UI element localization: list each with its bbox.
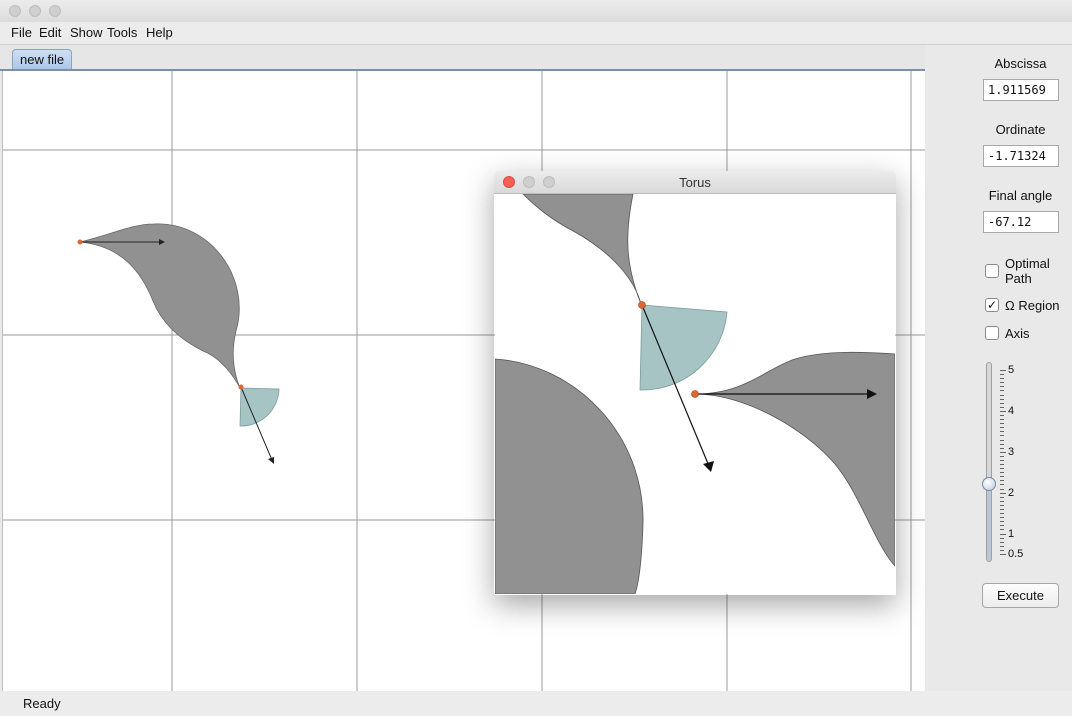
slider-tick: [1000, 435, 1004, 436]
slider-tick: [1000, 415, 1004, 416]
abscissa-field[interactable]: 1.911569: [983, 79, 1059, 101]
slider-tick: [1000, 550, 1004, 551]
optimal-path-label: Optimal Path: [1005, 256, 1050, 286]
omega-region-checkbox[interactable]: ✓: [985, 298, 999, 312]
slider-tick: [1000, 378, 1004, 379]
zoom-window-button[interactable]: [49, 5, 61, 17]
torus-drawing: [494, 193, 896, 595]
tick-label-0-5: 0.5: [1008, 548, 1024, 560]
tick-label-5: 5: [1008, 364, 1015, 376]
slider-tick: [1000, 431, 1004, 432]
menu-file[interactable]: File: [11, 25, 32, 40]
slider-tick: [1000, 517, 1004, 518]
torus-titlebar[interactable]: Torus: [494, 171, 896, 194]
slider-tick: [1000, 399, 1004, 400]
slider-tick: [1000, 476, 1004, 477]
status-bar: Ready: [0, 691, 1072, 716]
torus-region-right: [694, 351, 896, 568]
scale-slider-fill: [987, 485, 991, 561]
slider-tick: [1000, 480, 1004, 481]
slider-tick: [1000, 546, 1004, 547]
minimize-window-button[interactable]: [29, 5, 41, 17]
menu-bar: File Edit Show Tools Help: [0, 22, 1072, 45]
tick-label-1: 1: [1008, 528, 1015, 540]
torus-window[interactable]: Torus: [494, 171, 896, 595]
scale-slider-knob[interactable]: [982, 477, 996, 491]
slider-tick: [1000, 407, 1004, 408]
execute-button[interactable]: Execute: [982, 583, 1059, 608]
axis-checkbox[interactable]: [985, 326, 999, 340]
reachable-region: [79, 223, 241, 389]
slider-tick: [1000, 448, 1004, 449]
slider-tick: [1000, 411, 1006, 412]
target-point[interactable]: [238, 384, 244, 390]
torus-region-bottom-left: [494, 358, 644, 595]
slider-tick: [1000, 444, 1004, 445]
menu-show[interactable]: Show: [70, 25, 103, 40]
slider-tick: [1000, 489, 1004, 490]
slider-tick: [1000, 513, 1004, 514]
menu-tools[interactable]: Tools: [107, 25, 137, 40]
status-text: Ready: [23, 696, 61, 711]
final-arrowhead: [268, 457, 274, 464]
torus-start-point[interactable]: [691, 390, 699, 398]
torus-omega-region: [639, 304, 728, 391]
tick-label-2: 2: [1008, 487, 1015, 499]
window-titlebar: [0, 0, 1072, 23]
menu-help[interactable]: Help: [146, 25, 173, 40]
slider-tick: [1000, 464, 1004, 465]
slider-tick: [1000, 382, 1004, 383]
slider-tick: [1000, 419, 1004, 420]
slider-tick: [1000, 403, 1004, 404]
slider-tick: [1000, 529, 1004, 530]
torus-target-point[interactable]: [638, 301, 646, 309]
slider-tick: [1000, 460, 1004, 461]
tab-strip: new file: [0, 45, 925, 71]
slider-tick: [1000, 386, 1004, 387]
slider-tick: [1000, 505, 1004, 506]
tick-label-4: 4: [1008, 405, 1015, 417]
slider-tick: [1000, 538, 1004, 539]
slider-tick: [1000, 501, 1004, 502]
menu-edit[interactable]: Edit: [39, 25, 61, 40]
omega-region: [239, 387, 280, 427]
slider-tick: [1000, 509, 1004, 510]
torus-title: Torus: [679, 175, 711, 190]
slider-tick: [1000, 390, 1004, 391]
ordinate-label: Ordinate: [995, 122, 1046, 137]
scale-slider-track[interactable]: [986, 362, 992, 562]
final-angle-label: Final angle: [988, 188, 1053, 203]
final-angle-field[interactable]: -67.12: [983, 211, 1059, 233]
torus-final-arrowhead: [703, 461, 714, 472]
torus-region-top: [522, 193, 642, 305]
abscissa-label: Abscissa: [994, 56, 1047, 71]
slider-tick: [1000, 534, 1006, 535]
slider-tick: [1000, 484, 1004, 485]
slider-tick: [1000, 554, 1006, 555]
slider-tick: [1000, 525, 1004, 526]
slider-tick: [1000, 456, 1004, 457]
slider-tick: [1000, 472, 1004, 473]
slider-tick: [1000, 521, 1004, 522]
close-window-button[interactable]: [9, 5, 21, 17]
slider-tick: [1000, 370, 1006, 371]
slider-tick: [1000, 395, 1004, 396]
omega-region-label: Ω Region: [1005, 298, 1060, 313]
tick-label-3: 3: [1008, 446, 1015, 458]
slider-tick: [1000, 468, 1004, 469]
slider-tick: [1000, 374, 1004, 375]
slider-tick: [1000, 497, 1004, 498]
ordinate-field[interactable]: -1.71324: [983, 145, 1059, 167]
axis-label: Axis: [1005, 326, 1030, 341]
tab-new-file[interactable]: new file: [12, 49, 73, 70]
torus-canvas[interactable]: [494, 193, 896, 595]
slider-tick: [1000, 423, 1004, 424]
optimal-path-checkbox[interactable]: [985, 264, 999, 278]
slider-tick: [1000, 493, 1006, 494]
slider-tick: [1000, 452, 1006, 453]
slider-tick: [1000, 440, 1004, 441]
start-point[interactable]: [77, 239, 83, 245]
slider-tick: [1000, 542, 1004, 543]
slider-tick: [1000, 427, 1004, 428]
